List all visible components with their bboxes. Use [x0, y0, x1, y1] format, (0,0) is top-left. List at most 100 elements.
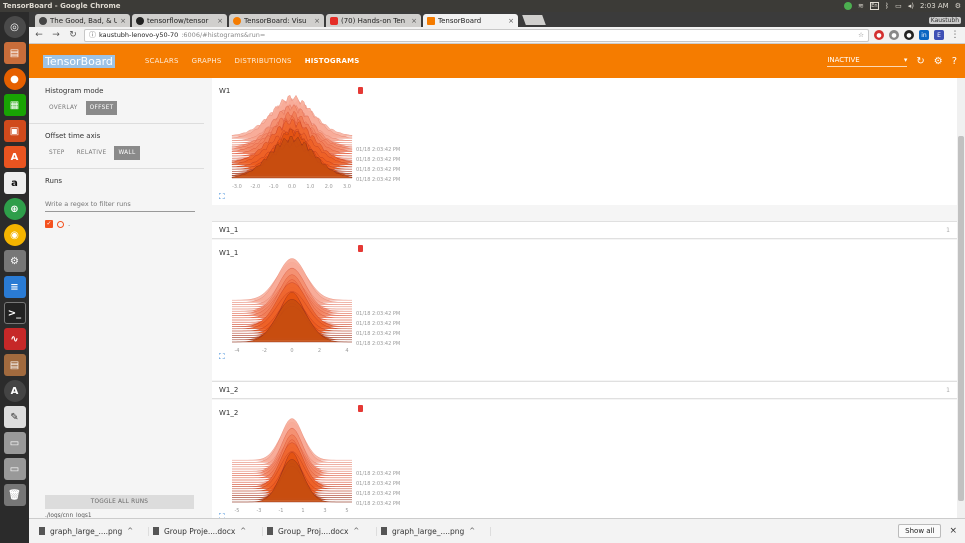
x-tick-label: -2	[262, 348, 267, 354]
inactive-select-value: INACTIVE	[827, 55, 860, 64]
update-manager-icon[interactable]: A	[3, 380, 26, 402]
profile-badge[interactable]: Kaustubh	[928, 17, 961, 24]
battery-icon[interactable]: ▭	[895, 2, 902, 10]
back-icon[interactable]: ←	[33, 30, 45, 40]
impress-icon[interactable]: ▣	[3, 120, 26, 142]
pin-icon[interactable]	[358, 405, 363, 412]
close-icon[interactable]: ×	[411, 17, 417, 25]
expand-icon[interactable]: ⛶	[219, 192, 225, 202]
download-item[interactable]: Group_ Proj....docx ^	[263, 526, 377, 536]
bluetooth-icon[interactable]: ᛒ	[885, 2, 889, 10]
tab-distributions[interactable]: DISTRIBUTIONS	[235, 57, 292, 65]
drive-icon-2[interactable]: ▭	[3, 458, 26, 480]
tab-graphs[interactable]: GRAPHS	[192, 57, 222, 65]
volume-icon[interactable]: ◂)	[908, 2, 914, 10]
step-button[interactable]: STEP	[45, 146, 69, 160]
section-title: Runs	[45, 177, 63, 185]
browser-tab-2[interactable]: TensorBoard: Visu ×	[229, 14, 324, 27]
software-center-icon[interactable]: A	[3, 146, 26, 168]
wifi-icon[interactable]: ≋	[858, 2, 864, 10]
address-bar[interactable]: ⓘ kaustubh-lenovo-y50-70:6006/#histogram…	[84, 28, 869, 42]
browser-tab-1[interactable]: tensorflow/tensor ×	[132, 14, 227, 27]
chrome-tray-icon[interactable]	[843, 2, 852, 10]
chevron-up-icon[interactable]: ^	[127, 527, 133, 535]
scrollbar-thumb[interactable]	[958, 136, 964, 501]
language-indicator[interactable]: En	[869, 2, 879, 10]
firefox-icon[interactable]: ●	[3, 68, 26, 90]
run-checkbox[interactable]: ✓	[45, 220, 53, 228]
x-tick-label: 3.0	[343, 184, 351, 190]
network-icon[interactable]: ⊕	[3, 198, 26, 220]
system-monitor-icon[interactable]: ∿	[3, 328, 26, 350]
browser-tab-0[interactable]: The Good, Bad, & U ×	[35, 14, 130, 27]
files-icon[interactable]: ▤	[3, 42, 26, 64]
chrome-icon[interactable]: ◉	[3, 224, 26, 246]
help-icon[interactable]: ?	[952, 56, 957, 67]
group-header-w1-1[interactable]: W1_1 1	[212, 221, 957, 239]
toggle-all-runs-button[interactable]: TOGGLE ALL RUNS	[45, 495, 194, 509]
settings-icon[interactable]: ⚙	[3, 250, 26, 272]
overlay-button[interactable]: OVERLAY	[45, 101, 82, 115]
group-header-w1-2[interactable]: W1_2 1	[212, 381, 957, 399]
refresh-icon[interactable]: ↻	[916, 56, 924, 67]
tab-label: (70) Hands-on Ten	[341, 16, 406, 25]
close-icon[interactable]: ×	[508, 17, 514, 25]
offset-axis-section: Offset time axis STEP RELATIVE WALL	[29, 124, 204, 169]
time-axis-label: 01/18 2:03:42 PM	[356, 491, 400, 497]
pin-icon[interactable]	[358, 245, 363, 252]
gear-icon[interactable]: ⚙	[955, 2, 961, 10]
info-icon[interactable]: ⓘ	[89, 30, 96, 40]
drop-icon[interactable]: ●	[904, 30, 914, 40]
amazon-icon[interactable]: a	[3, 172, 26, 194]
relative-button[interactable]: RELATIVE	[73, 146, 111, 160]
dashboard-nav: SCALARS GRAPHS DISTRIBUTIONS HISTOGRAMS	[145, 57, 360, 65]
terminal-icon[interactable]: >_	[3, 302, 26, 324]
browser-tab-3[interactable]: (70) Hands-on Ten ×	[326, 14, 421, 27]
show-all-button[interactable]: Show all	[898, 524, 942, 538]
browser-tab-4[interactable]: TensorBoard ×	[423, 14, 518, 27]
download-item[interactable]: graph_large_....png ^	[35, 526, 149, 536]
time-axis-label: 01/18 2:03:42 PM	[356, 321, 400, 327]
chevron-up-icon[interactable]: ^	[240, 527, 246, 535]
x-tick-label: -1	[279, 508, 284, 514]
youtube-icon	[330, 16, 338, 25]
extension-icon[interactable]: ●	[889, 30, 899, 40]
close-icon[interactable]: ×	[314, 17, 320, 25]
ubuntu-dash-icon[interactable]: ◎	[3, 16, 26, 38]
reload-icon[interactable]: ↻	[67, 30, 79, 40]
trash-icon[interactable]: 🗑	[3, 484, 26, 506]
close-icon[interactable]: ×	[120, 17, 126, 25]
offset-button[interactable]: OFFSET	[85, 101, 118, 115]
launcher: ◎ ▤ ● ▦ ▣ A a ⊕ ◉ ⚙ ≡ >_ ∿ ▤ A ✎ ▭ ▭ 🗑	[0, 12, 29, 543]
run-filter-input[interactable]	[45, 197, 195, 212]
inactive-dashboards-select[interactable]: INACTIVE ▾	[827, 55, 908, 67]
bookmark-star-icon[interactable]: ☆	[858, 31, 864, 39]
new-tab-button[interactable]	[522, 15, 546, 25]
writer-icon[interactable]: ≡	[3, 276, 26, 298]
tensorboard-logo: TensorBoard	[43, 54, 115, 68]
tab-histograms[interactable]: HISTOGRAMS	[305, 57, 360, 65]
settings-icon[interactable]: ⚙	[934, 56, 943, 67]
expand-icon[interactable]: ⛶	[219, 352, 225, 362]
scrollbar[interactable]	[957, 78, 965, 530]
download-item[interactable]: Group Proje....docx ^	[149, 526, 263, 536]
adblock-icon[interactable]: ●	[874, 30, 884, 40]
extension-puzzle-icon[interactable]: E	[934, 30, 944, 40]
close-icon[interactable]: ×	[217, 17, 223, 25]
chevron-up-icon[interactable]: ^	[353, 527, 359, 535]
calc-icon[interactable]: ▦	[3, 94, 26, 116]
clock[interactable]: 2:03 AM	[920, 2, 949, 10]
drive-icon[interactable]: ▭	[3, 432, 26, 454]
linkedin-icon[interactable]: in	[919, 30, 929, 40]
wall-button[interactable]: WALL	[114, 146, 140, 160]
download-item[interactable]: graph_large_....png ^	[377, 526, 491, 536]
downloads-bar: graph_large_....png ^ Group Proje....doc…	[29, 518, 965, 543]
text-editor-icon[interactable]: ✎	[3, 406, 26, 428]
tab-scalars[interactable]: SCALARS	[145, 57, 179, 65]
forward-icon[interactable]: →	[50, 30, 62, 40]
run-item[interactable]: ✓ .	[45, 220, 188, 228]
disks-icon[interactable]: ▤	[3, 354, 26, 376]
menu-icon[interactable]: ⋮	[949, 30, 961, 40]
close-icon[interactable]: ×	[949, 526, 957, 536]
chevron-up-icon[interactable]: ^	[469, 527, 475, 535]
